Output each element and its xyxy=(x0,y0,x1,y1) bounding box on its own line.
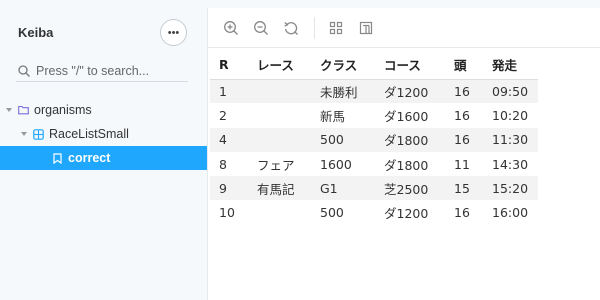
cell-r: 2 xyxy=(219,107,227,123)
cell-heads: 16 xyxy=(445,127,483,152)
preview-panel: R レース クラス コース 頭 発走 1 未勝利 ダ1200 16 09:50 … xyxy=(207,8,600,300)
cell-class: 新馬 xyxy=(320,108,346,124)
cell-r: 8 xyxy=(219,156,227,172)
cell-r: 1 xyxy=(210,79,248,104)
cell-start: 16:00 xyxy=(492,205,529,221)
search-input[interactable] xyxy=(36,63,186,78)
cell-r: 4 xyxy=(210,127,248,152)
tree-item-label: RaceListSmall xyxy=(49,127,129,141)
cell-class: 未勝利 xyxy=(311,79,375,104)
cell-course: ダ1600 xyxy=(384,108,429,124)
cell-course: ダ1800 xyxy=(375,127,445,152)
column-header-r: R xyxy=(210,50,248,80)
search-box[interactable] xyxy=(16,60,188,82)
table-row[interactable]: 2 新馬 ダ1600 16 10:20 xyxy=(210,103,538,127)
search-icon xyxy=(18,64,30,77)
chevron-down-icon[interactable] xyxy=(5,106,13,114)
cell-class: 1600 xyxy=(320,156,352,172)
cell-heads: 16 xyxy=(445,79,483,104)
cell-start: 14:30 xyxy=(492,156,529,172)
component-icon xyxy=(33,128,44,140)
race-list-table: R レース クラス コース 頭 発走 1 未勝利 ダ1200 16 09:50 … xyxy=(210,50,539,225)
cell-r: 10 xyxy=(219,205,235,221)
cell-start: 11:30 xyxy=(483,127,539,152)
bookmark-icon xyxy=(52,152,63,164)
table-row[interactable]: 8 フェア 1600 ダ1800 11 14:30 xyxy=(210,152,538,176)
cell-start: 15:20 xyxy=(483,176,539,201)
cell-heads: 16 xyxy=(454,107,470,123)
cell-race xyxy=(248,200,311,224)
cell-race xyxy=(248,79,311,104)
folder-icon xyxy=(18,105,29,116)
cell-heads: 15 xyxy=(445,176,483,201)
cell-race: フェア xyxy=(257,157,295,173)
background-icon[interactable] xyxy=(357,19,375,37)
column-header-race: レース xyxy=(248,50,311,80)
cell-race xyxy=(248,103,311,127)
zoom-in-icon[interactable] xyxy=(222,19,240,37)
cell-course: ダ1200 xyxy=(375,79,445,104)
tree-item-correct[interactable]: correct xyxy=(0,146,207,170)
cell-course: 芝2500 xyxy=(375,176,445,201)
cell-course: ダ1200 xyxy=(384,206,429,222)
sidebar: Keiba ••• organisms RaceListSmall xyxy=(0,0,207,300)
column-header-course: コース xyxy=(375,50,445,80)
cell-race: 有馬記 xyxy=(248,176,311,201)
table-row[interactable]: 1 未勝利 ダ1200 16 09:50 xyxy=(210,79,539,104)
cell-start: 10:20 xyxy=(492,107,529,123)
cell-class: G1 xyxy=(311,176,375,201)
table-row[interactable]: 9 有馬記 G1 芝2500 15 15:20 xyxy=(210,176,539,201)
cell-course: ダ1800 xyxy=(384,157,429,173)
cell-class: 500 xyxy=(320,205,344,221)
reset-zoom-icon[interactable] xyxy=(282,19,300,37)
tree-item-organisms[interactable]: organisms xyxy=(0,98,207,122)
column-header-class: クラス xyxy=(311,50,375,80)
column-header-heads: 頭 xyxy=(445,50,483,80)
toolbar xyxy=(208,8,600,48)
zoom-out-icon[interactable] xyxy=(252,19,270,37)
table-row[interactable]: 4 500 ダ1800 16 11:30 xyxy=(210,127,539,152)
tree-item-label: correct xyxy=(68,151,111,165)
cell-race xyxy=(248,127,311,152)
tree-item-racelistsmall[interactable]: RaceListSmall xyxy=(0,122,207,146)
cell-r: 9 xyxy=(210,176,248,201)
menu-button[interactable]: ••• xyxy=(160,19,187,46)
toolbar-divider xyxy=(314,16,315,39)
cell-heads: 16 xyxy=(454,205,470,221)
table-row[interactable]: 10 500 ダ1200 16 16:00 xyxy=(210,200,538,224)
app-title[interactable]: Keiba xyxy=(18,25,53,40)
table-header-row: R レース クラス コース 頭 発走 xyxy=(210,50,539,80)
grid-icon[interactable] xyxy=(327,19,345,37)
cell-start: 09:50 xyxy=(483,79,539,104)
column-header-start: 発走 xyxy=(483,50,539,80)
cell-class: 500 xyxy=(311,127,375,152)
cell-heads: 11 xyxy=(454,156,470,172)
chevron-down-icon[interactable] xyxy=(20,130,28,138)
tree-item-label: organisms xyxy=(34,103,92,117)
